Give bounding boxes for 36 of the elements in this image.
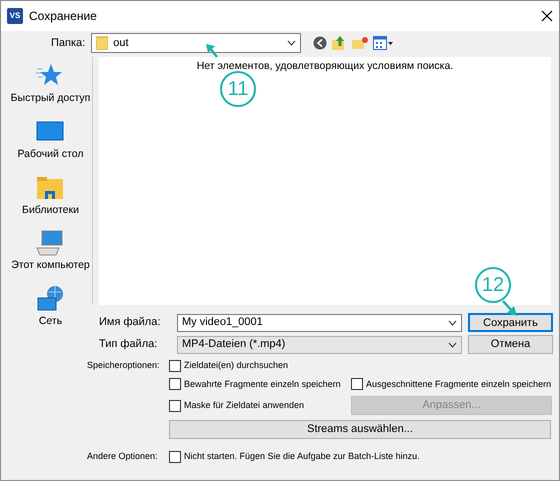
view-menu-icon[interactable] bbox=[373, 36, 394, 50]
checkbox-option[interactable]: Zieldatei(en) durchsuchen bbox=[169, 359, 551, 372]
dialog-button[interactable]: Отмена bbox=[468, 335, 553, 354]
sidebar-item[interactable]: Сеть bbox=[34, 284, 66, 330]
chevron-icon bbox=[448, 342, 457, 348]
sidebar-item[interactable]: Этот компьютер bbox=[11, 228, 90, 274]
close-icon[interactable] bbox=[541, 10, 553, 22]
folder-combo[interactable]: out bbox=[91, 33, 302, 53]
filename-field[interactable]: My video1_0001 bbox=[177, 314, 462, 332]
dialog-button[interactable]: Сохранить bbox=[468, 313, 553, 332]
checkbox-option[interactable]: Ausgeschnittene Fragmente einzeln speichern bbox=[351, 378, 551, 391]
field-label: Тип файла: bbox=[99, 337, 158, 352]
sidebar-item[interactable]: Библиотеки bbox=[22, 172, 79, 218]
field-label: Имя файла: bbox=[99, 315, 162, 330]
callout-arrow bbox=[501, 299, 519, 317]
callout-arrow bbox=[206, 44, 218, 58]
options-label: Andere Optionen: bbox=[87, 450, 159, 463]
back-icon[interactable] bbox=[312, 36, 327, 50]
empty-message: Нет элементов, удовлетворяющих условиям поиска. bbox=[196, 60, 454, 72]
checkbox-option[interactable]: Nicht starten. Fügen Sie die Aufgabe zur Batch-Liste hinzu. bbox=[169, 450, 551, 464]
streams-button[interactable]: Streams auswählen... bbox=[169, 420, 551, 439]
chevron-icon bbox=[448, 320, 457, 326]
new-folder-icon[interactable] bbox=[352, 36, 368, 50]
app-icon: VS bbox=[7, 8, 23, 24]
up-folder-icon[interactable] bbox=[332, 36, 346, 50]
folder-name: out bbox=[113, 36, 129, 51]
sidebar-item[interactable]: Рабочий стол bbox=[18, 116, 84, 162]
sidebar-item[interactable]: Быстрый доступ bbox=[10, 61, 90, 107]
options-label: Speicheroptionen: bbox=[87, 359, 161, 372]
folder-label: Папка: bbox=[51, 36, 86, 51]
filetype-dropdown[interactable]: MP4-Dateien (*.mp4) bbox=[177, 336, 462, 354]
checkbox-option[interactable]: Maske für Zieldatei anwenden bbox=[169, 398, 351, 412]
folder-icon bbox=[96, 36, 108, 50]
window-title: Сохранение bbox=[29, 8, 97, 25]
chevron-icon bbox=[287, 40, 296, 46]
checkbox-option[interactable]: Bewahrte Fragmente einzeln speichern bbox=[169, 378, 351, 391]
